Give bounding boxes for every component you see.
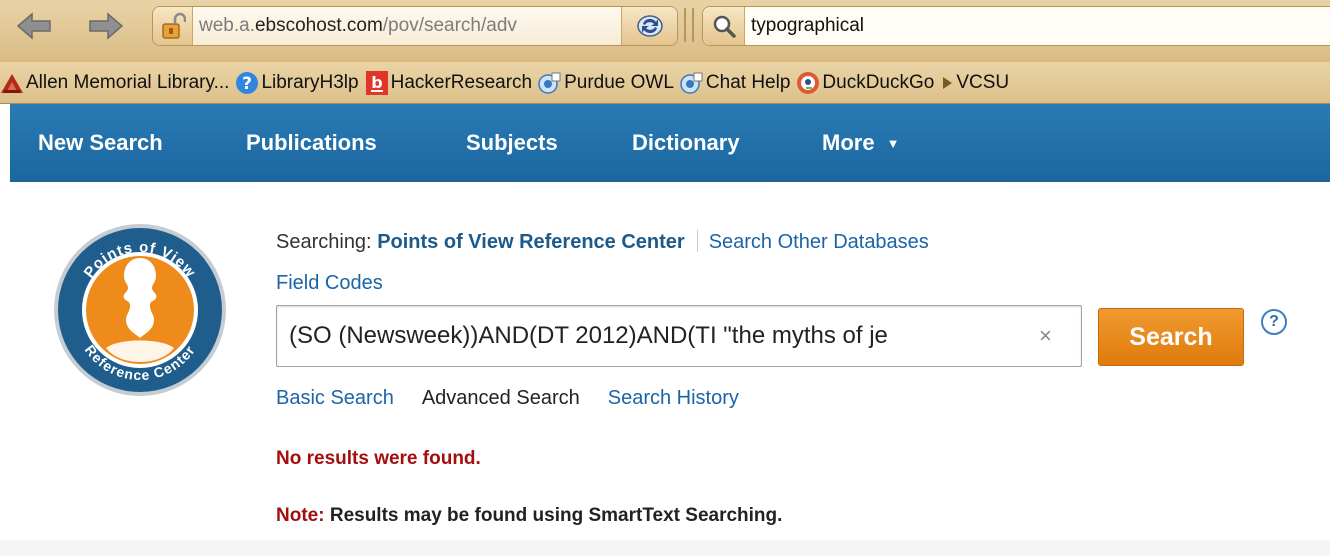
browser-search-field[interactable]: typographical (702, 6, 1330, 46)
bookmark-label: Allen Memorial Library... (26, 71, 230, 93)
duck-icon (796, 71, 820, 95)
url-subdomain: web.a. (199, 15, 255, 36)
bookmark-duckduckgo[interactable]: DuckDuckGo (796, 71, 934, 95)
forward-arrow-icon (89, 12, 124, 40)
library-icon (0, 71, 24, 95)
toolbar-separator (692, 8, 694, 42)
search-engine-button[interactable] (703, 7, 745, 45)
help-icon[interactable]: ? (1261, 309, 1287, 335)
search-mode-links: Basic Search Advanced Search Search Histor… (276, 387, 767, 410)
bookmark-hackerresearch[interactable]: b HackerResearch (365, 70, 533, 95)
url-text[interactable]: web.a.ebscohost.com/pov/search/adv (193, 15, 613, 37)
database-logo-image: Points of View Reference Center (54, 224, 226, 396)
unlocked-padlock-icon (161, 12, 186, 39)
magnifier-icon (713, 15, 736, 38)
search-query-text[interactable]: (SO (Newsweek))AND(DT 2012)AND(TI "the m… (277, 322, 1035, 350)
selected-database-link[interactable]: Points of View Reference Center (377, 231, 685, 253)
search-button[interactable]: Search (1098, 308, 1244, 366)
svg-text:?: ? (243, 74, 253, 94)
site-identity-button[interactable] (153, 7, 193, 45)
address-bar[interactable]: web.a.ebscohost.com/pov/search/adv (152, 6, 678, 46)
search-other-databases-link[interactable]: Search Other Databases (709, 231, 929, 253)
nav-label: New Search (38, 130, 163, 155)
reload-icon (636, 15, 663, 37)
browser-search-query[interactable]: typographical (745, 15, 864, 37)
smarttext-note: Note: Results may be found using SmartTe… (276, 505, 782, 527)
folder-arrow-icon (940, 71, 954, 95)
search-history-link[interactable]: Search History (608, 387, 739, 409)
note-text: Results may be found using SmartText Sea… (324, 505, 783, 526)
bookmark-label: Purdue OWL (564, 71, 674, 93)
url-path: /pov/search/adv (382, 15, 517, 36)
bookmark-label: DuckDuckGo (822, 71, 935, 93)
forward-button[interactable] (86, 10, 126, 42)
bookmark-label: LibraryH3lp (261, 71, 359, 93)
toolbar-separator (684, 8, 686, 42)
basic-search-link[interactable]: Basic Search (276, 387, 394, 409)
question-icon: ? (235, 71, 259, 95)
nav-more-menu[interactable]: More ▼ (822, 104, 899, 182)
bookmark-chat-help[interactable]: Chat Help (680, 71, 791, 95)
clear-search-icon[interactable]: × (1035, 323, 1052, 349)
chevron-down-icon: ▼ (886, 135, 900, 151)
bookmark-purdue-owl[interactable]: Purdue OWL (538, 71, 674, 95)
back-button[interactable] (14, 10, 54, 42)
nav-label: Publications (246, 130, 377, 155)
field-codes-link[interactable]: Field Codes (276, 272, 383, 295)
points-of-view-logo[interactable]: Points of View Reference Center (52, 222, 228, 398)
note-label: Note: (276, 505, 325, 526)
no-results-message: No results were found. (276, 448, 481, 469)
bookmark-folder-vcsu[interactable]: VCSU (940, 71, 1009, 95)
searching-label: Searching: (276, 231, 372, 253)
search-input[interactable]: (SO (Newsweek))AND(DT 2012)AND(TI "the m… (276, 305, 1082, 367)
bookmark-label: VCSU (956, 71, 1010, 93)
searching-databases-line: Searching: Points of View Reference Cent… (276, 230, 929, 254)
bookmark-label: HackerResearch (390, 71, 533, 93)
nav-subjects[interactable]: Subjects (466, 104, 558, 182)
nav-label: Subjects (466, 130, 558, 155)
bookmarks-bar: Allen Memorial Library... ? LibraryH3lp … (0, 62, 1330, 104)
bookmark-allen-library[interactable]: Allen Memorial Library... (0, 71, 229, 95)
reload-button[interactable] (621, 7, 677, 45)
nav-publications[interactable]: Publications (246, 104, 377, 182)
url-host: ebscohost.com (254, 15, 383, 36)
bookmark-page-icon (680, 71, 704, 95)
nav-dictionary[interactable]: Dictionary (632, 104, 740, 182)
nav-label: Dictionary (632, 130, 740, 155)
bookmark-label: Chat Help (705, 71, 791, 93)
browser-toolbar: web.a.ebscohost.com/pov/search/adv typog… (0, 0, 1330, 62)
bookmark-page-icon (538, 71, 562, 95)
nav-label: More (822, 130, 875, 155)
svg-text:b: b (371, 73, 382, 92)
page-bottom-strip (0, 540, 1330, 556)
bookmark-libraryh3lp[interactable]: ? LibraryH3lp (235, 71, 359, 95)
nav-new-search[interactable]: New Search (38, 104, 163, 182)
divider (696, 230, 698, 252)
b-icon: b (365, 70, 389, 95)
ebsco-top-nav: New Search Publications Subjects Diction… (10, 104, 1330, 182)
advanced-search-link[interactable]: Advanced Search (422, 387, 580, 409)
back-arrow-icon (16, 12, 51, 40)
